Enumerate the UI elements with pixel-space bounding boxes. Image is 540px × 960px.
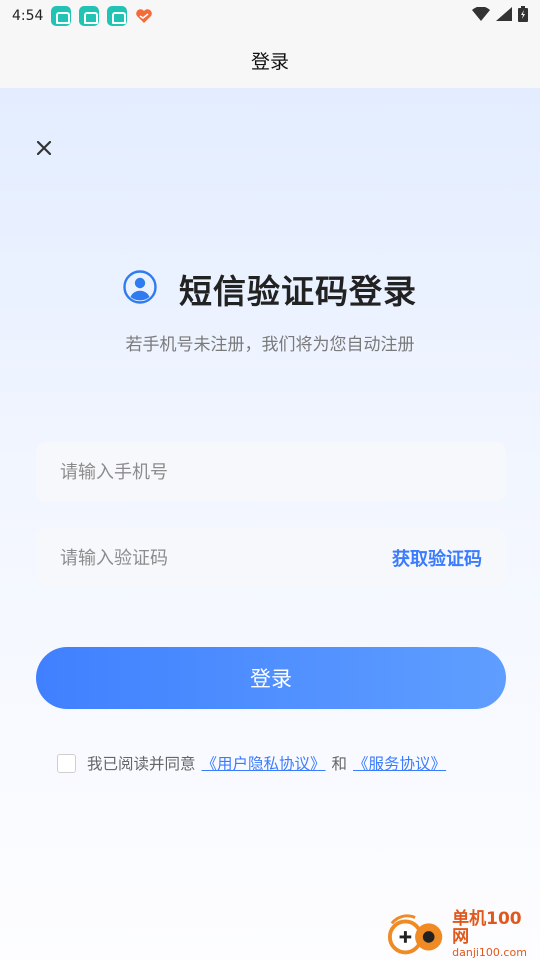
status-time: 4:54 [12, 8, 44, 24]
user-avatar-icon [123, 270, 157, 308]
status-right-group [472, 6, 528, 26]
phone-field[interactable] [36, 442, 506, 502]
battery-icon [518, 6, 528, 26]
code-field[interactable]: 获取验证码 [36, 528, 506, 588]
watermark-icon [387, 914, 443, 955]
watermark-logo: 单机100网 danji100.com [386, 909, 536, 960]
agreement-prefix: 我已阅读并同意 [87, 755, 196, 773]
watermark-url: danji100.com [452, 946, 527, 960]
service-agreement-link[interactable]: 《服务协议》 [353, 752, 446, 774]
heart-app-icon [135, 8, 153, 24]
car-app-icon [107, 6, 128, 26]
close-icon [37, 141, 51, 155]
agreement-row: 我已阅读并同意 《用户隐私协议》 和 《服务协议》 [57, 752, 452, 774]
car-app-icon [79, 6, 100, 26]
agreement-checkbox[interactable] [57, 753, 76, 773]
title-bar: 登录 [0, 32, 540, 88]
login-button[interactable]: 登录 [36, 647, 506, 709]
status-bar: 4:54 [0, 0, 540, 32]
heading-row: 短信验证码登录 [0, 264, 540, 314]
login-panel: 短信验证码登录 若手机号未注册，我们将为您自动注册 获取验证码 登录 我已阅读并… [0, 88, 540, 960]
agreement-and: 和 [331, 755, 348, 773]
get-code-button[interactable]: 获取验证码 [392, 545, 482, 571]
signal-icon [496, 7, 512, 25]
car-app-icon [51, 6, 72, 26]
phone-input[interactable] [60, 461, 482, 483]
user-privacy-link[interactable]: 《用户隐私协议》 [202, 752, 326, 774]
page-title: 登录 [250, 50, 289, 73]
login-heading: 短信验证码登录 [179, 272, 417, 311]
watermark-title: 单机100网 [452, 909, 522, 948]
close-button[interactable] [32, 136, 56, 160]
login-subtitle: 若手机号未注册，我们将为您自动注册 [125, 335, 415, 355]
wifi-icon [472, 6, 490, 25]
code-input[interactable] [60, 547, 392, 569]
